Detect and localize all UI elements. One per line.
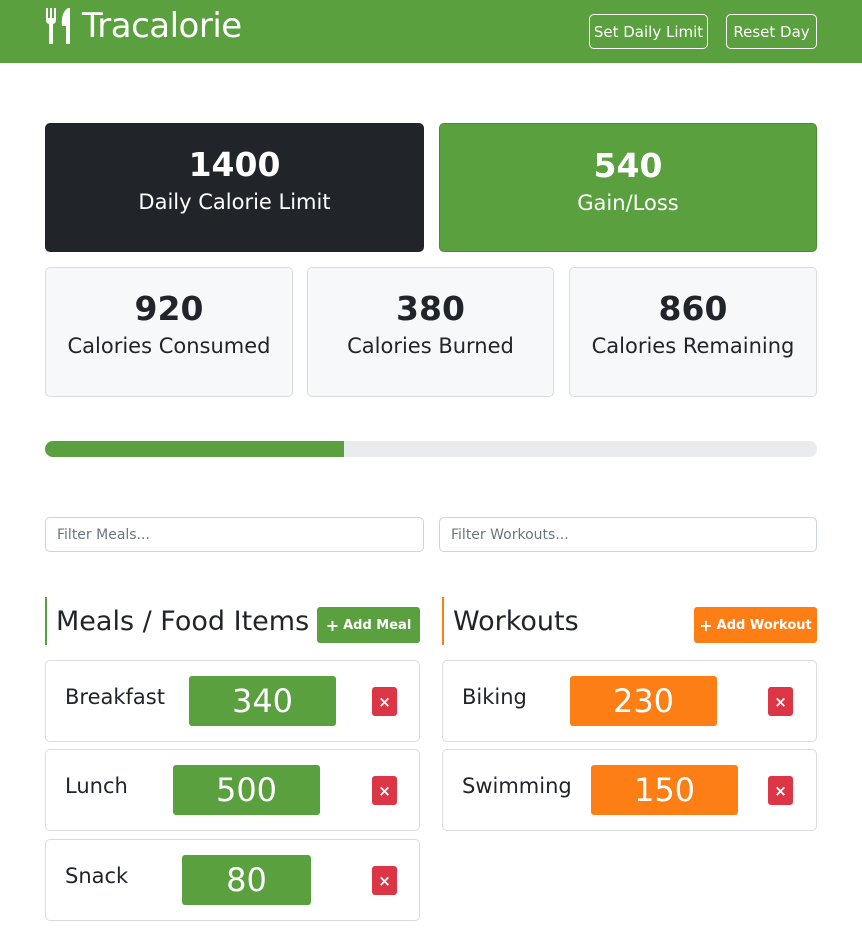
- workout-calories-badge: 150: [591, 765, 738, 815]
- meal-calories-badge: 80: [182, 855, 311, 905]
- gain-loss-card: 540 Gain/Loss: [439, 123, 817, 252]
- workout-name: Biking: [462, 685, 527, 709]
- calories-burned-label: Calories Burned: [347, 334, 514, 358]
- meal-name: Breakfast: [65, 685, 165, 709]
- calories-burned-card: 380 Calories Burned: [307, 267, 554, 397]
- meal-item-lunch: Lunch 500 ×: [45, 749, 420, 831]
- meals-heading: Meals / Food Items: [45, 597, 309, 645]
- calories-remaining-label: Calories Remaining: [591, 334, 795, 358]
- brand[interactable]: Tracalorie: [44, 6, 242, 46]
- add-meal-label: Add Meal: [343, 617, 412, 633]
- meal-item-breakfast: Breakfast 340 ×: [45, 660, 420, 742]
- utensils-icon: [45, 8, 70, 44]
- calories-consumed-value: 920: [134, 289, 204, 328]
- filter-workouts-input[interactable]: [439, 517, 817, 552]
- plus-icon: +: [325, 615, 340, 635]
- delete-meal-button[interactable]: ×: [372, 776, 397, 805]
- calorie-progress-bar: [45, 441, 817, 457]
- workout-item-biking: Biking 230 ×: [442, 660, 817, 742]
- daily-limit-value: 1400: [188, 145, 281, 184]
- delete-workout-button[interactable]: ×: [768, 687, 793, 716]
- meal-calories-badge: 500: [173, 765, 320, 815]
- workout-item-swimming: Swimming 150 ×: [442, 749, 817, 831]
- daily-limit-card: 1400 Daily Calorie Limit: [45, 123, 424, 252]
- set-daily-limit-button[interactable]: Set Daily Limit: [589, 14, 708, 49]
- navbar: Tracalorie Set Daily Limit Reset Day: [0, 0, 862, 63]
- meal-name: Lunch: [65, 774, 128, 798]
- calories-burned-value: 380: [396, 289, 465, 328]
- workouts-heading: Workouts: [442, 597, 579, 645]
- add-workout-label: Add Workout: [716, 617, 812, 633]
- gain-loss-label: Gain/Loss: [577, 191, 679, 215]
- calories-consumed-label: Calories Consumed: [67, 334, 271, 358]
- workout-calories-badge: 230: [570, 676, 717, 726]
- meal-name: Snack: [65, 864, 129, 888]
- daily-limit-label: Daily Calorie Limit: [138, 190, 331, 214]
- calories-remaining-card: 860 Calories Remaining: [569, 267, 817, 397]
- delete-meal-button[interactable]: ×: [372, 866, 397, 895]
- meal-item-snack: Snack 80 ×: [45, 839, 420, 921]
- delete-meal-button[interactable]: ×: [372, 687, 397, 716]
- calories-remaining-value: 860: [658, 289, 728, 328]
- gain-loss-value: 540: [593, 146, 663, 185]
- reset-day-button[interactable]: Reset Day: [726, 14, 817, 49]
- delete-workout-button[interactable]: ×: [768, 776, 793, 805]
- add-workout-button[interactable]: + Add Workout: [694, 607, 817, 643]
- calories-consumed-card: 920 Calories Consumed: [45, 267, 293, 397]
- calorie-progress-fill: [45, 441, 344, 457]
- meal-calories-badge: 340: [189, 676, 336, 726]
- filter-meals-input[interactable]: [45, 517, 424, 552]
- workout-name: Swimming: [462, 774, 572, 798]
- plus-icon: +: [699, 615, 713, 635]
- add-meal-button[interactable]: + Add Meal: [317, 607, 420, 643]
- brand-title: Tracalorie: [82, 6, 242, 46]
